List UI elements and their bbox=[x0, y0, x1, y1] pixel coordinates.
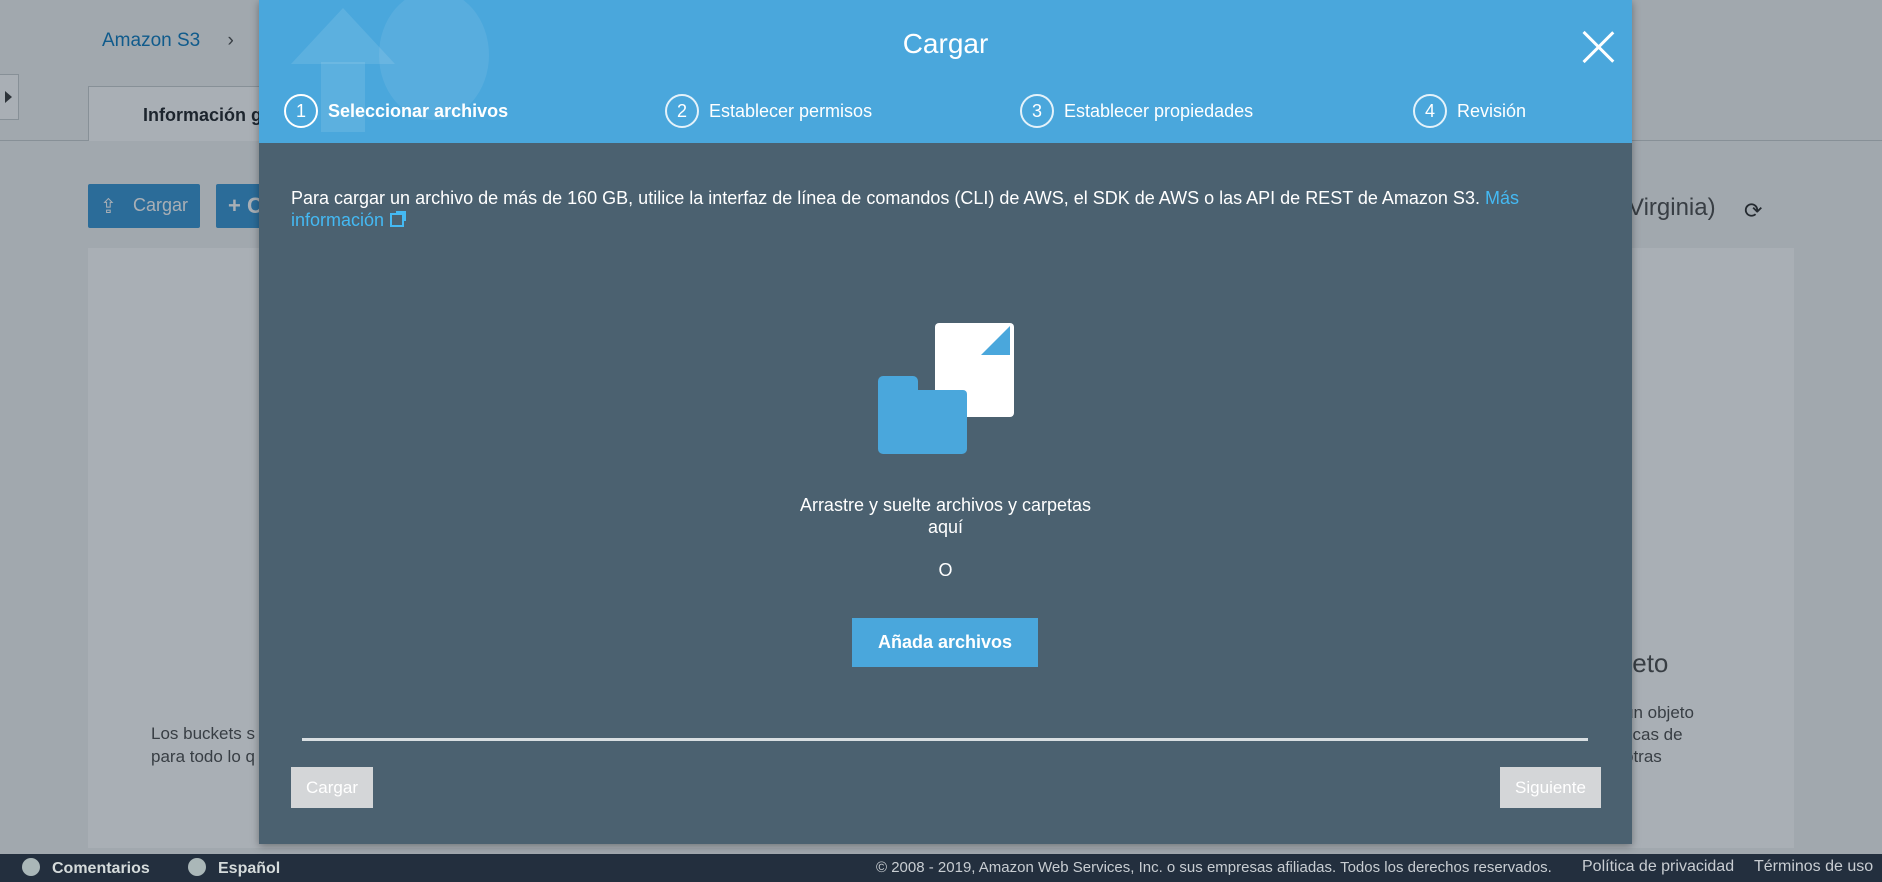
globe-icon bbox=[188, 858, 206, 876]
copyright-text: © 2008 - 2019, Amazon Web Services, Inc.… bbox=[876, 859, 1552, 876]
progress-divider bbox=[302, 738, 1588, 741]
drop-zone-illustration bbox=[876, 320, 1021, 456]
size-info-message: Para cargar un archivo de más de 160 GB,… bbox=[291, 188, 1485, 208]
upload-button[interactable]: Cargar bbox=[291, 767, 373, 808]
step-number: 4 bbox=[1413, 94, 1447, 128]
step-number: 1 bbox=[284, 94, 318, 128]
language-selector[interactable]: Español bbox=[188, 858, 280, 878]
privacy-link[interactable]: Política de privacidad bbox=[1582, 858, 1734, 876]
folder-icon bbox=[878, 390, 967, 454]
modal-header: Cargar 1 Seleccionar archivos 2 Establecer… bbox=[259, 0, 1632, 143]
modal-title: Cargar bbox=[902, 28, 989, 59]
step-label: Establecer permisos bbox=[709, 100, 873, 121]
step-number: 2 bbox=[665, 94, 699, 128]
size-info-text: Para cargar un archivo de más de 160 GB,… bbox=[291, 187, 1531, 231]
step-label: Establecer propiedades bbox=[1064, 100, 1254, 121]
document-fold bbox=[981, 326, 1010, 355]
step-number: 3 bbox=[1020, 94, 1054, 128]
drop-zone-text: Arrastre y suelte archivos y carpetas aq… bbox=[259, 494, 1632, 538]
upload-modal: Cargar 1 Seleccionar archivos 2 Establecer… bbox=[259, 0, 1632, 844]
step-set-permissions[interactable]: 2 Establecer permisos bbox=[665, 94, 872, 128]
step-label: Revisión bbox=[1457, 100, 1527, 121]
terms-link[interactable]: Términos de uso bbox=[1754, 858, 1873, 876]
drop-zone-label: Arrastre y suelte archivos y carpetas aq… bbox=[799, 495, 1092, 537]
feedback-label: Comentarios bbox=[52, 860, 150, 877]
step-select-files[interactable]: 1 Seleccionar archivos bbox=[284, 94, 508, 128]
step-label: Seleccionar archivos bbox=[328, 100, 509, 121]
feedback-link[interactable]: Comentarios bbox=[22, 858, 150, 878]
external-link-icon bbox=[390, 211, 407, 227]
add-files-button[interactable]: Añada archivos bbox=[852, 618, 1038, 667]
comment-icon bbox=[22, 858, 40, 876]
footer: Comentarios Español © 2008 - 2019, Amazo… bbox=[0, 854, 1882, 882]
close-icon[interactable] bbox=[1581, 30, 1615, 64]
step-review[interactable]: 4 Revisión bbox=[1413, 94, 1526, 128]
or-separator: O bbox=[938, 560, 953, 580]
next-button[interactable]: Siguiente bbox=[1500, 767, 1601, 808]
language-label: Español bbox=[218, 860, 281, 877]
step-set-properties[interactable]: 3 Establecer propiedades bbox=[1020, 94, 1253, 128]
